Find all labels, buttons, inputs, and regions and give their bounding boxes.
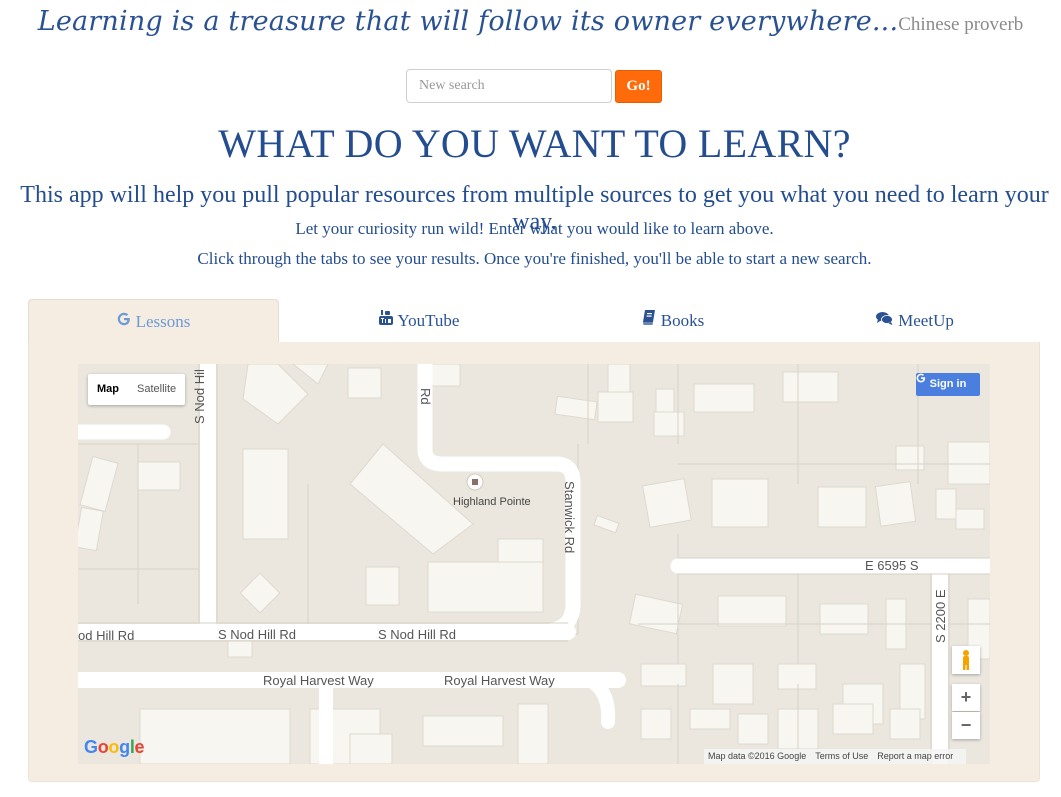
- page-title: WHAT DO YOU WANT TO LEARN?: [218, 121, 851, 166]
- tab-lessons[interactable]: Lessons: [28, 299, 279, 343]
- tab-label: YouTube: [397, 311, 460, 330]
- tab-label: MeetUp: [898, 311, 954, 330]
- map-attribution: Map data ©2016 Google Terms of Use Report …: [704, 749, 967, 764]
- intro-line-1: Let your curiosity run wild! Enter what …: [295, 219, 774, 238]
- go-button[interactable]: Go!: [615, 70, 662, 103]
- street-label: Rd: [418, 388, 433, 405]
- search-input[interactable]: [406, 69, 612, 103]
- results-tabs: Lessons YouTube Books MeetUp: [28, 299, 1040, 343]
- tab-label: Books: [660, 311, 705, 330]
- map-type-satellite-button[interactable]: Satellite: [128, 374, 185, 405]
- map-type-map-button[interactable]: Map: [88, 374, 128, 405]
- street-label: S 2200 E: [933, 589, 948, 643]
- street-label: S Nod Hil: [192, 369, 207, 424]
- place-marker[interactable]: [466, 473, 484, 491]
- pegman-icon[interactable]: [952, 646, 980, 674]
- quote-source: Chinese proverb: [898, 14, 1024, 35]
- map-canvas[interactable]: od Hill Rd S Nod Hill Rd S Nod Hill Rd S…: [78, 364, 990, 764]
- terms-of-use-link[interactable]: Terms of Use: [815, 751, 868, 761]
- map-data-text: Map data ©2016 Google: [708, 751, 807, 761]
- tab-meetup[interactable]: MeetUp: [790, 299, 1040, 343]
- tab-books[interactable]: Books: [542, 299, 804, 343]
- tab-label: Lessons: [135, 312, 191, 331]
- map-type-control: Map Satellite: [88, 374, 186, 405]
- place-label: Highland Pointe: [453, 496, 531, 508]
- street-label: Royal Harvest Way: [263, 673, 374, 688]
- google-icon: [117, 299, 131, 343]
- street-label: od Hill Rd: [78, 628, 134, 643]
- tab-youtube[interactable]: YouTube: [288, 299, 550, 343]
- google-logo: Google: [84, 737, 145, 757]
- street-label: Royal Harvest Way: [444, 673, 555, 688]
- zoom-in-button[interactable]: +: [952, 684, 980, 711]
- intro-line-2: Click through the tabs to see your resul…: [197, 249, 872, 268]
- street-label: E 6595 S: [865, 558, 919, 573]
- sign-in-label: Sign in: [929, 378, 967, 390]
- sign-in-button[interactable]: Sign in: [916, 373, 980, 396]
- quote-text: Learning is a treasure that will follow …: [37, 6, 899, 37]
- street-label: Stanwick Rd: [562, 481, 577, 553]
- comments-icon: [876, 298, 894, 342]
- youtube-icon: [378, 298, 393, 342]
- street-label: S Nod Hill Rd: [378, 627, 456, 642]
- street-label: S Nod Hill Rd: [218, 627, 296, 642]
- report-error-link[interactable]: Report a map error: [877, 751, 953, 761]
- zoom-out-button[interactable]: −: [952, 712, 980, 739]
- quote: Learning is a treasure that will follow …: [0, 6, 1061, 37]
- map[interactable]: od Hill Rd S Nod Hill Rd S Nod Hill Rd S…: [78, 364, 990, 764]
- book-icon: [642, 298, 656, 342]
